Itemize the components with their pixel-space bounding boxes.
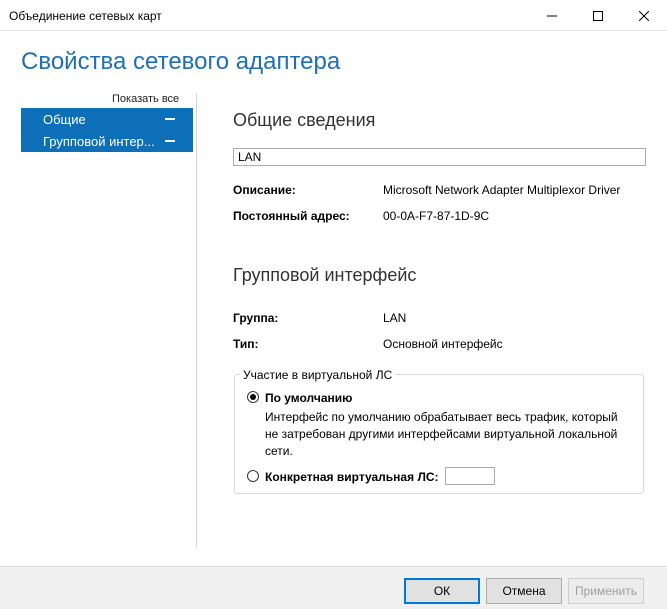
general-section-title: Общие сведения <box>233 110 376 130</box>
group-label: Группа: <box>233 311 279 325</box>
description-value: Microsoft Network Adapter Multiplexor Dr… <box>383 183 621 197</box>
minimize-icon <box>547 15 557 16</box>
close-button[interactable] <box>621 0 667 31</box>
collapse-icon[interactable] <box>165 118 175 120</box>
default-vlan-description: Интерфейс по умолчанию обрабатывает весь… <box>265 410 618 458</box>
adapter-name-input[interactable] <box>233 148 646 166</box>
nav-item-label: Групповой интер... <box>43 133 155 149</box>
permanent-address-value: 00-0A-F7-87-1D-9C <box>383 209 490 223</box>
pane-divider <box>196 93 197 548</box>
collapse-icon[interactable] <box>165 140 175 142</box>
group-value: LAN <box>383 311 407 325</box>
permanent-address-label: Постоянный адрес: <box>233 209 350 223</box>
section-nav: Общие Групповой интер... <box>21 108 193 152</box>
close-icon <box>639 10 649 21</box>
ok-button[interactable]: ОК <box>404 578 480 604</box>
type-label: Тип: <box>233 337 259 351</box>
maximize-button[interactable] <box>575 0 621 31</box>
nav-item-team-interface[interactable]: Групповой интер... <box>21 130 193 152</box>
default-vlan-radio[interactable] <box>247 391 259 403</box>
vlan-membership-legend: Участие в виртуальной ЛС <box>240 368 396 382</box>
specific-vlan-label[interactable]: Конкретная виртуальная ЛС: <box>265 470 439 484</box>
default-vlan-label[interactable]: По умолчанию <box>265 391 352 405</box>
show-all-link[interactable]: Показать все <box>112 93 179 105</box>
cancel-button[interactable]: Отмена <box>486 578 562 604</box>
window-title: Объединение сетевых карт <box>9 9 162 23</box>
minimize-button[interactable] <box>529 0 575 31</box>
type-value: Основной интерфейс <box>383 337 503 351</box>
maximize-icon <box>593 10 603 21</box>
dialog-footer <box>0 566 667 609</box>
page-title: Свойства сетевого адаптера <box>21 48 341 75</box>
vlan-id-input[interactable] <box>445 467 495 485</box>
description-label: Описание: <box>233 183 296 197</box>
nav-item-general[interactable]: Общие <box>21 108 193 130</box>
specific-vlan-radio[interactable] <box>247 470 259 482</box>
team-interface-section-title: Групповой интерфейс <box>233 265 417 285</box>
apply-button[interactable]: Применить <box>568 578 644 604</box>
title-bar: Объединение сетевых карт <box>0 0 667 31</box>
nav-item-label: Общие <box>43 111 86 127</box>
